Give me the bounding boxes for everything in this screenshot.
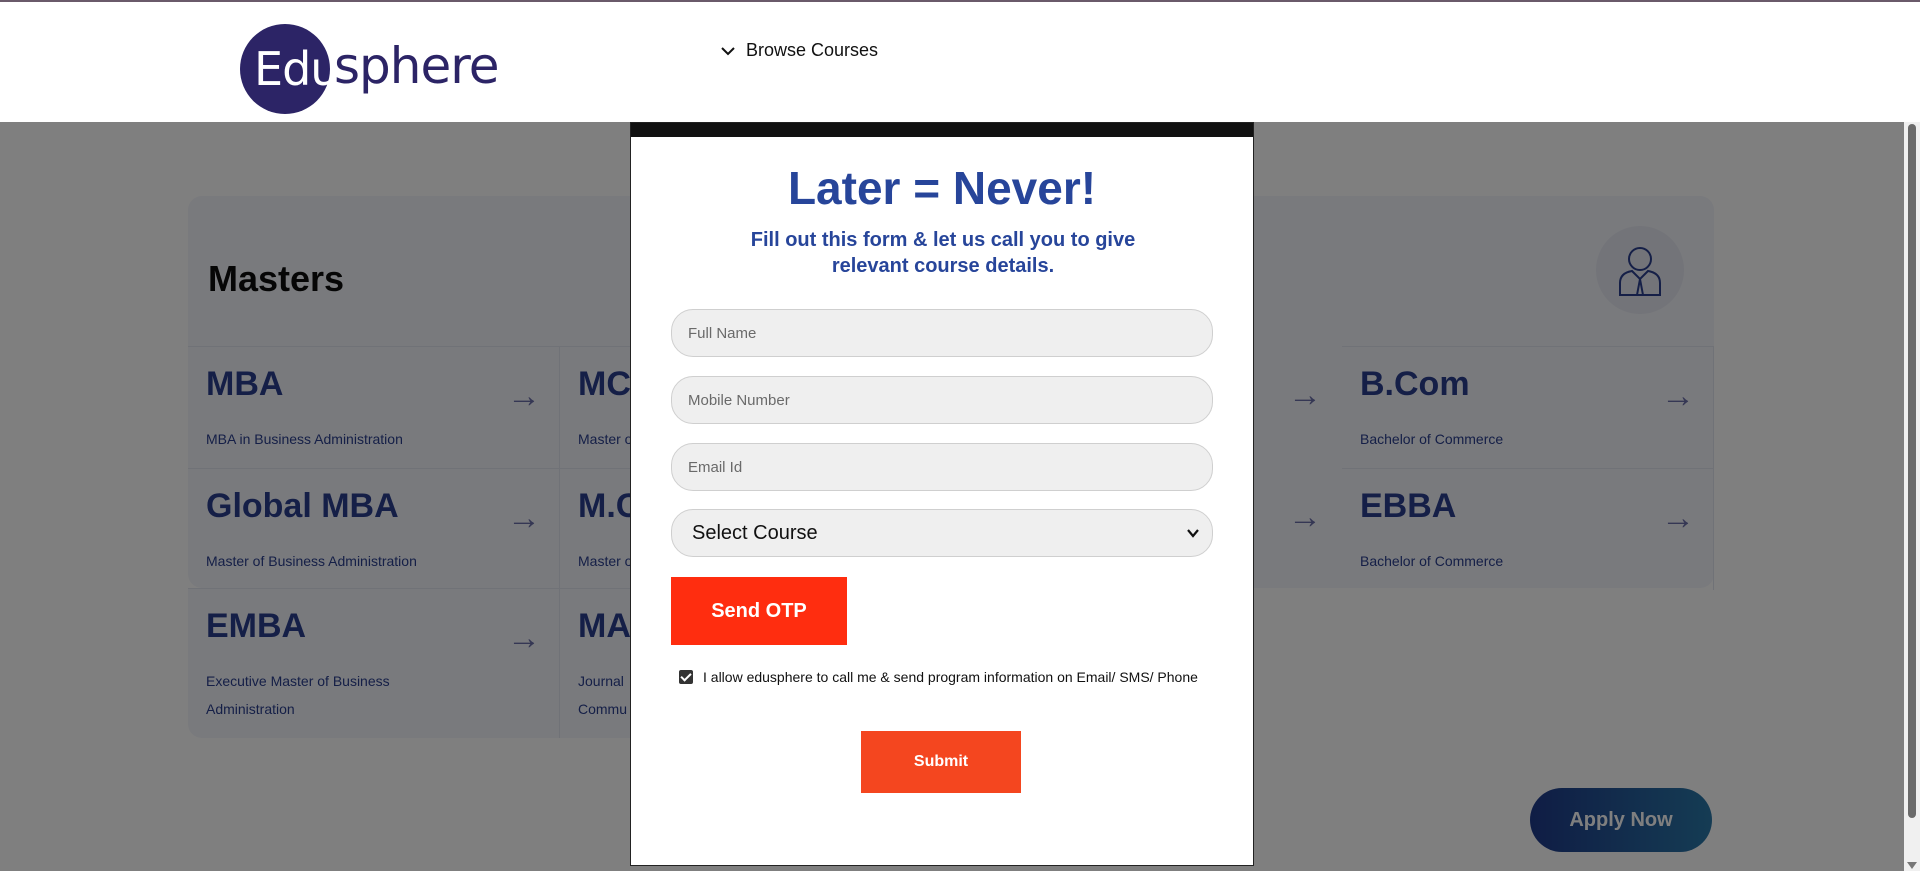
course-select-value: Select Course bbox=[692, 521, 818, 544]
lead-form-modal: Later = Never! Fill out this form & let … bbox=[630, 122, 1254, 866]
scroll-down-icon[interactable] bbox=[1907, 862, 1917, 869]
modal-top-bar bbox=[631, 123, 1253, 137]
scrollbar-thumb[interactable] bbox=[1908, 124, 1916, 818]
edusphere-logo[interactable]: Edu sphere bbox=[240, 24, 499, 114]
chevron-down-icon bbox=[1187, 529, 1199, 538]
consent-row: I allow edusphere to call me & send prog… bbox=[679, 669, 1198, 685]
consent-label: I allow edusphere to call me & send prog… bbox=[703, 669, 1198, 685]
modal-title: Later = Never! bbox=[787, 162, 1097, 214]
scrollbar[interactable] bbox=[1904, 122, 1920, 871]
course-select[interactable]: Select Course bbox=[671, 509, 1213, 557]
logo-circle: Edu bbox=[240, 24, 339, 114]
send-otp-button[interactable]: Send OTP bbox=[671, 577, 847, 645]
consent-checkbox[interactable] bbox=[679, 670, 693, 684]
email-field[interactable] bbox=[671, 443, 1213, 491]
logo-text-edu: Edu bbox=[254, 42, 339, 96]
browse-courses-label: Browse Courses bbox=[746, 40, 879, 60]
site-header: Edu sphere Browse Courses bbox=[0, 0, 1920, 122]
browse-courses-menu[interactable]: Browse Courses bbox=[720, 40, 878, 61]
mobile-number-field[interactable] bbox=[671, 376, 1213, 424]
full-name-field[interactable] bbox=[671, 309, 1213, 357]
logo-text-sphere: sphere bbox=[334, 37, 499, 95]
chevron-down-icon bbox=[721, 46, 735, 55]
submit-button[interactable]: Submit bbox=[861, 731, 1021, 793]
modal-subtitle: Fill out this form & let us call you to … bbox=[750, 229, 1136, 277]
